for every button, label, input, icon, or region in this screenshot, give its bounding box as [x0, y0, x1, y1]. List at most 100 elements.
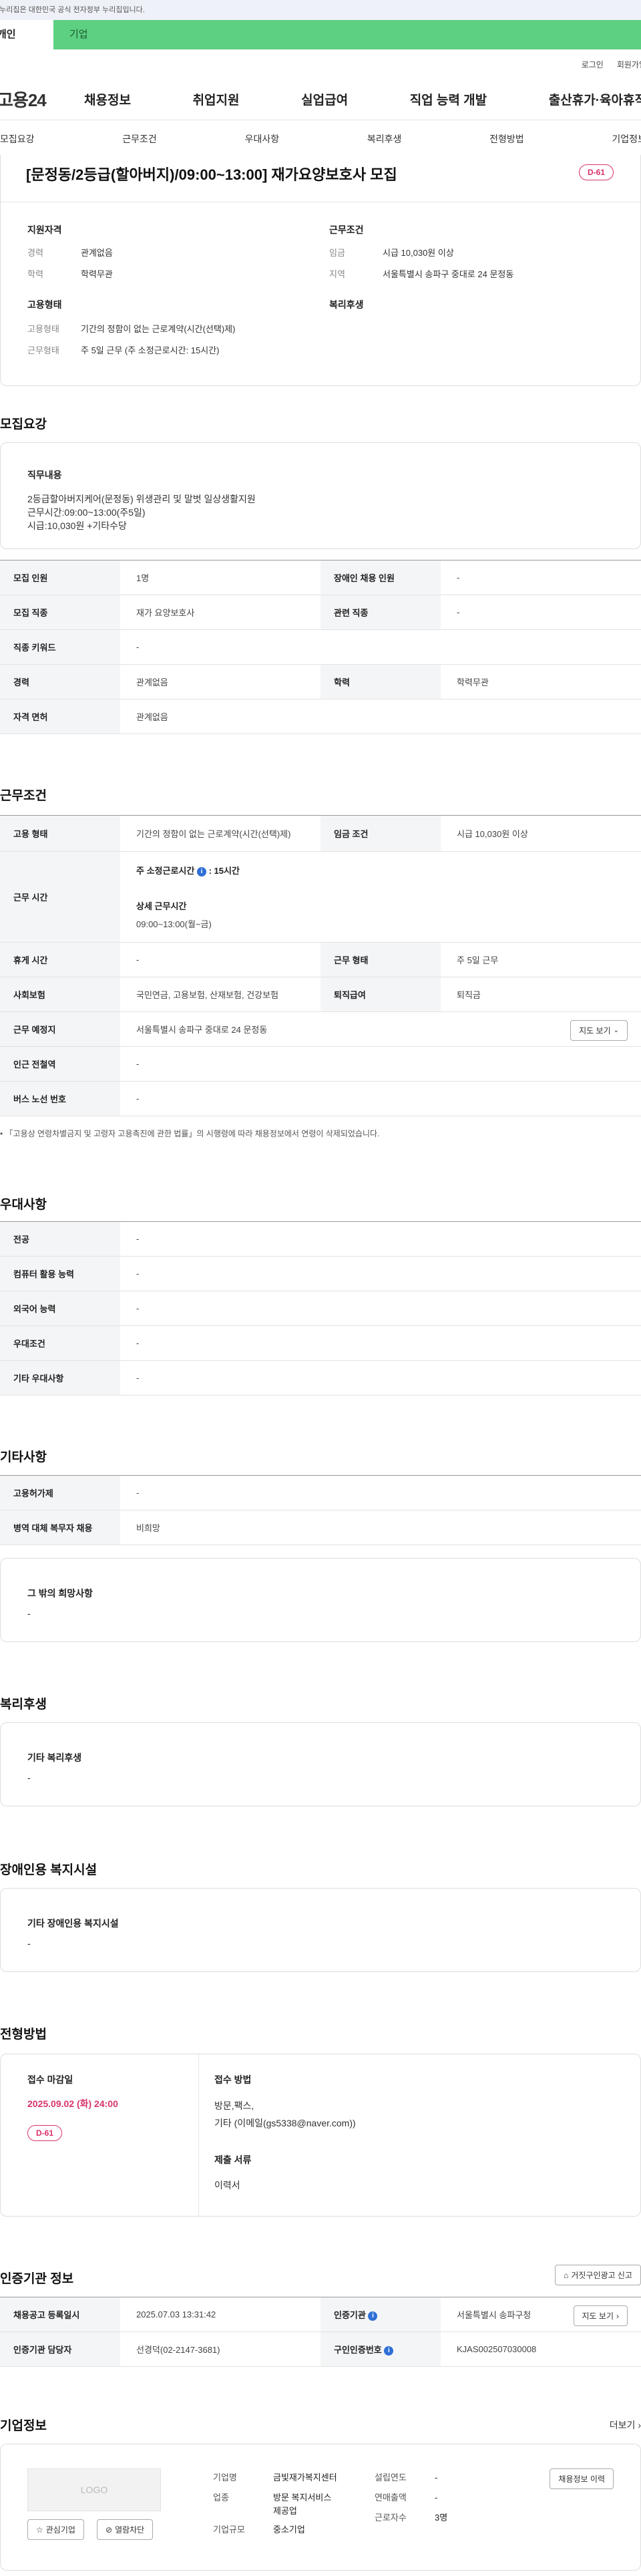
duty-line: 2등급할아버지케어(문정동) 위생관리 및 말벗 일상생활지원	[27, 494, 256, 504]
work-place-cell: 서울특별시 송파구 중대로 24 문정동 지도 보기 ⌄	[120, 1011, 641, 1047]
cell-key-label: 구인인증번호	[334, 2345, 382, 2355]
cell-value: -	[120, 1360, 641, 1396]
fav-company-button[interactable]: ☆ 관심기업	[27, 2519, 84, 2540]
cell-value: -	[120, 1256, 641, 1291]
utility-links: 로그인 회원가입	[0, 49, 641, 79]
docs-value: 이력서	[214, 2180, 240, 2191]
info-icon[interactable]: i	[384, 2346, 394, 2356]
signup-link[interactable]: 회원가입	[617, 59, 641, 70]
cell-key: 사회보험	[0, 977, 120, 1012]
user-type-tabs: 개인 기업	[0, 20, 641, 49]
cell-key: 휴게 시간	[0, 942, 120, 977]
subnav-item-work[interactable]: 근무조건	[122, 132, 157, 146]
cell-value: -	[120, 942, 320, 977]
dday-badge: D-61	[578, 164, 614, 180]
emp-label: 고용형태	[27, 324, 59, 334]
method-label: 접수 방법	[214, 2074, 252, 2085]
cell-value: 주 5일 근무	[441, 942, 641, 977]
gov-banner-text: 이 누리집은 대한민국 공식 전자정부 누리집입니다.	[0, 6, 145, 14]
cell-value: -	[120, 1046, 641, 1082]
cell-value: -	[120, 1221, 641, 1257]
gnb-item-parental-leave[interactable]: 출산휴가·육아휴직	[549, 90, 641, 108]
cond-value: 시급 10,030원 이상	[383, 248, 454, 258]
table-row: 직종 키워드 -	[0, 629, 641, 665]
job-history-button[interactable]: 채용정보 이력	[550, 2468, 614, 2489]
subnav-item-company[interactable]: 기업정보	[612, 132, 641, 146]
cell-value: -	[120, 1325, 641, 1361]
gnb-item-employment-support[interactable]: 취업지원	[193, 90, 240, 108]
subnav-item-pref[interactable]: 우대사항	[245, 132, 280, 146]
subnav-item-welfare[interactable]: 복리후생	[367, 132, 402, 146]
etc-card: 그 밖의 희망사항 -	[0, 1558, 641, 1642]
tab-personal[interactable]: 개인	[0, 20, 53, 49]
cell-value: 시급 10,030원 이상	[441, 815, 641, 852]
block-button-label: 열람차단	[115, 2525, 145, 2535]
login-link[interactable]: 로그인	[582, 59, 604, 70]
table-row: 모집 직종 재가 요양보호사 관련 직종 -	[0, 595, 641, 630]
map-button[interactable]: 지도 보기 ⌄	[570, 1020, 628, 1041]
hours-detail-value: 09:00~13:00(월~금)	[136, 919, 212, 929]
agency-title: 인증기관 정보	[0, 2272, 74, 2286]
company-logo-placeholder: LOGO	[27, 2468, 161, 2511]
star-icon: ☆	[36, 2525, 43, 2535]
etc-card-title: 그 밖의 희망사항	[27, 1588, 93, 1599]
agency-map-button[interactable]: 지도 보기 ›	[573, 2305, 628, 2326]
pref-title: 우대사항	[0, 1198, 47, 1212]
fav-button-label: 관심기업	[45, 2525, 75, 2535]
chevron-right-icon: ›	[616, 2311, 619, 2321]
cell-key: 컴퓨터 활용 능력	[0, 1256, 120, 1291]
cell-key: 모집 직종	[0, 595, 120, 630]
company-field-label: 연매출액	[375, 2492, 407, 2503]
disabled-card: 기타 장애인용 복지시설 -	[0, 1888, 641, 1972]
cell-key: 직종 키워드	[0, 629, 120, 665]
recruit-table: 모집 인원 1명 장애인 채용 인원 - 모집 직종 재가 요양보호사 관련 직…	[0, 560, 641, 734]
cell-key: 근무 시간	[0, 851, 120, 943]
subnav-item-selection[interactable]: 전형방법	[489, 132, 524, 146]
cell-key: 버스 노선 번호	[0, 1081, 120, 1116]
welfare-card-value: -	[27, 1772, 31, 1783]
info-icon[interactable]: i	[196, 866, 206, 876]
duty-line: 시급:10,030원 +기타수당	[27, 520, 127, 531]
welfare-title: 복리후생	[329, 299, 364, 310]
gnb-item-unemployment-benefit[interactable]: 실업급여	[301, 90, 348, 108]
emp-list: 고용형태 기간의 정함이 없는 근로계약(시간(선택)제) 근무형태 주 5일 근무…	[27, 322, 321, 365]
agency-key-cell: 구인인증번호 i	[320, 2331, 441, 2367]
site-logo[interactable]: 고용24	[0, 87, 84, 112]
table-row: 모집 인원 1명 장애인 채용 인원 -	[0, 560, 641, 595]
hours-main-value: : 15시간	[208, 866, 240, 876]
company-industry: 방문 복지서비스 제공업	[273, 2491, 331, 2523]
cell-value: -	[120, 1081, 641, 1116]
cell-key: 전공	[0, 1221, 120, 1257]
table-row: 근무 시간 주 소정근로시간 i : 15시간 상세 근무시간 09:00~13…	[0, 851, 641, 943]
agency-key-cell: 인증기관 i	[320, 2297, 441, 2332]
disabled-card-title: 기타 장애인용 복지시설	[27, 1918, 119, 1929]
company-card: LOGO ☆ 관심기업 ⊘ 열람차단 기업명 금빛재가복지센터 업종 방문 복지서비…	[0, 2444, 641, 2571]
gnb-item-vocational-training[interactable]: 직업 능력 개발	[410, 90, 487, 108]
more-link[interactable]: 더보기 ›	[610, 2418, 641, 2432]
etc-title: 기타사항	[0, 1450, 47, 1464]
gnb-item-jobs[interactable]: 채용정보	[84, 90, 131, 108]
tab-company[interactable]: 기업	[53, 20, 641, 49]
cell-key: 고용허가제	[0, 1475, 120, 1510]
cond-label: 임금	[329, 248, 345, 258]
job-summary-card: [문정동/2등급(할아버지)/09:00~13:00] 재가요양보호사 모집 D…	[0, 155, 641, 386]
cell-value: 2025.07.03 13:31:42	[120, 2297, 320, 2332]
subnav-item-recruit[interactable]: 모집요강	[0, 132, 35, 146]
company-field-value: -	[435, 2472, 438, 2482]
work-place-value: 서울특별시 송파구 중대로 24 문정동	[136, 1025, 268, 1035]
cell-value: -	[441, 560, 641, 595]
cell-value: -	[120, 629, 641, 665]
report-button[interactable]: ⌂ 거짓구인광고 신고	[555, 2265, 641, 2285]
company-field-label: 근로자수	[375, 2513, 407, 2523]
cell-key-label: 인증기관	[334, 2310, 366, 2320]
work-hours-cell: 주 소정근로시간 i : 15시간 상세 근무시간 09:00~13:00(월~…	[120, 851, 641, 943]
info-icon[interactable]: i	[368, 2311, 378, 2321]
company-field-value: 중소기업	[273, 2525, 305, 2535]
block-view-button[interactable]: ⊘ 열람차단	[97, 2519, 154, 2540]
section-subnav: 모집요강 근무조건 우대사항 복리후생 전형방법 기업정보	[0, 120, 641, 158]
cell-key: 경력	[0, 664, 120, 699]
company-info-col1: 기업명 금빛재가복지센터 업종 방문 복지서비스 제공업 기업규모 중소기업	[213, 2471, 337, 2543]
table-row: 근무 예정지 서울특별시 송파구 중대로 24 문정동 지도 보기 ⌄	[0, 1011, 641, 1047]
table-row: 전공 -	[0, 1221, 641, 1257]
gnb-menu: 채용정보 취업지원 실업급여 직업 능력 개발 출산휴가·육아휴직	[84, 90, 641, 108]
